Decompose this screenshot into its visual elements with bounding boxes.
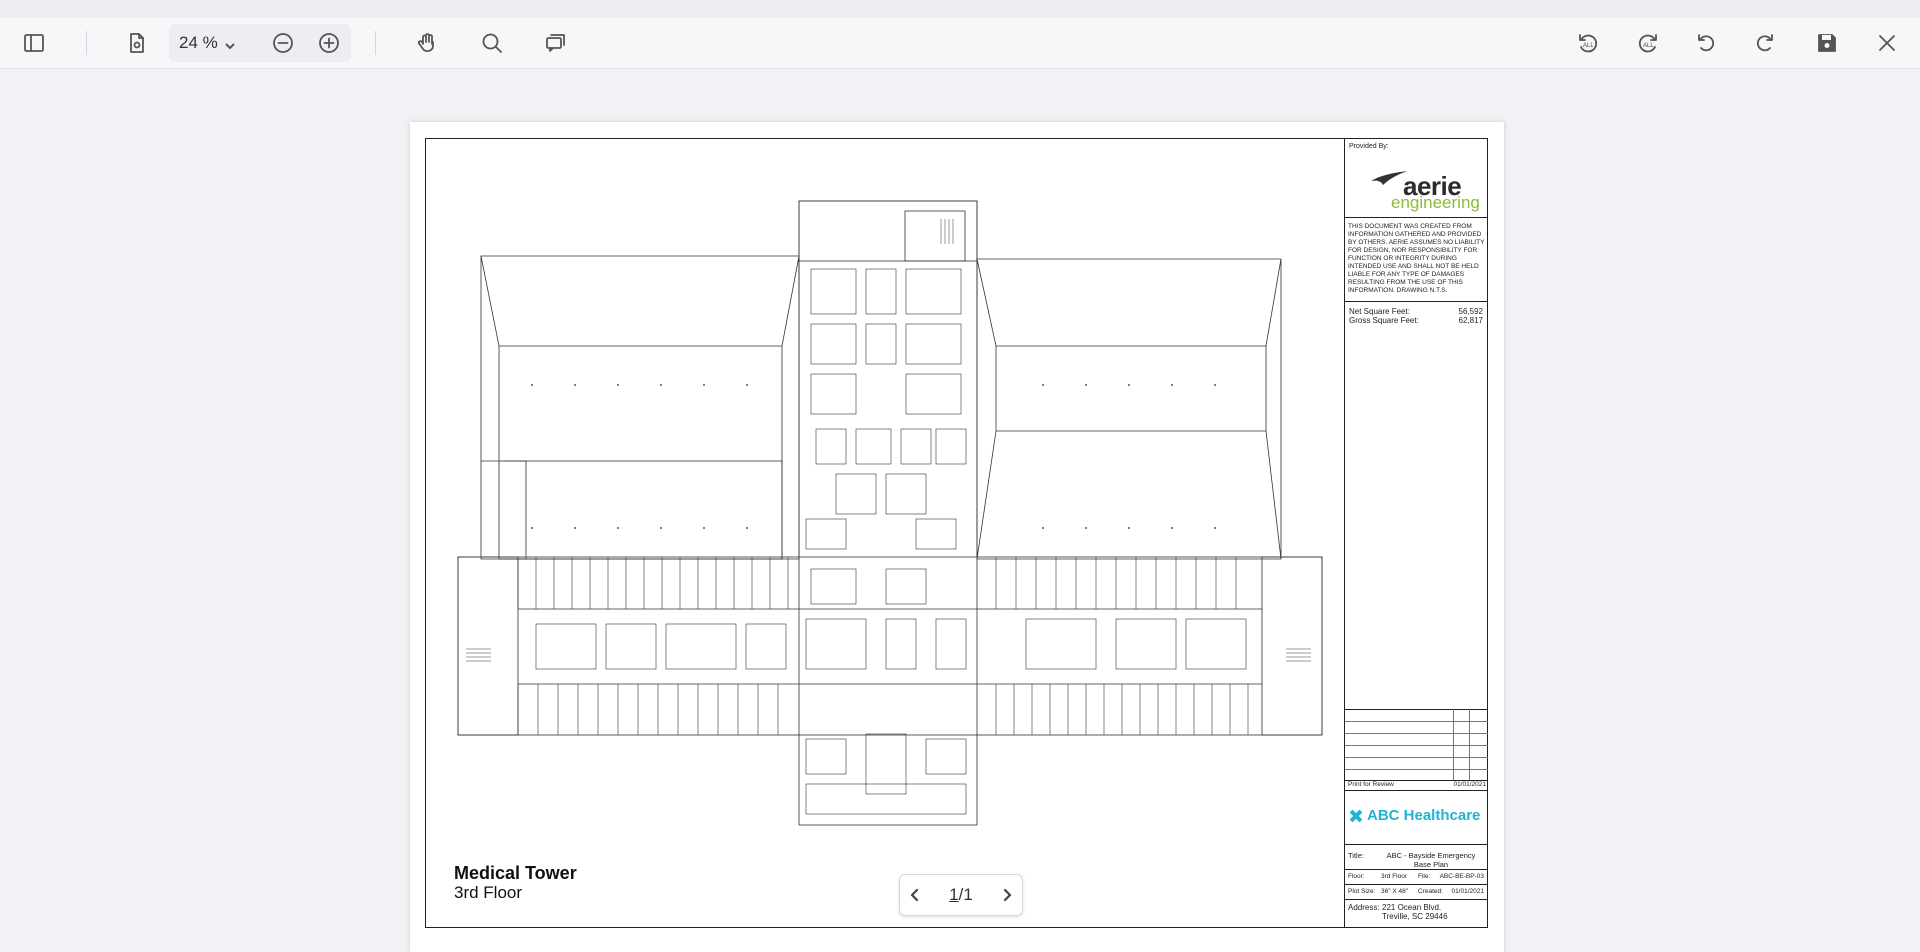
current-page-input[interactable]: 1 [949, 885, 958, 904]
zoom-out-button[interactable] [267, 27, 299, 59]
close-icon [1879, 35, 1895, 51]
divider [1345, 790, 1488, 791]
sidebar-toggle-button[interactable] [18, 27, 50, 59]
aerie-logo: aerie engineering [1365, 155, 1485, 212]
zoom-level-select[interactable]: 24 % [179, 24, 243, 62]
comment-icon [546, 34, 565, 52]
abc-healthcare-logo: ABC Healthcare [1348, 807, 1480, 824]
close-button[interactable] [1871, 27, 1903, 59]
disclaimer-text: THIS DOCUMENT WAS CREATED FROM INFORMATI… [1348, 223, 1485, 294]
svg-text:ALL: ALL [1643, 43, 1654, 49]
chevron-right-icon [1003, 888, 1012, 902]
hand-tool-button[interactable] [411, 27, 443, 59]
rotate-ccw-button[interactable] [1690, 27, 1722, 59]
sidebar-toggle-icon [24, 34, 44, 52]
search-icon [482, 33, 502, 53]
rotate-all-cw-icon: ALL [1638, 34, 1657, 53]
comment-button[interactable] [540, 27, 572, 59]
zoom-in-button[interactable] [313, 27, 345, 59]
plan-title: Medical Tower [454, 863, 577, 883]
rotate-all-ccw-button[interactable]: ALL [1572, 27, 1604, 59]
address: Address: 221 Ocean Blvd. Treville, SC 294… [1348, 903, 1448, 921]
zoom-out-icon [273, 33, 293, 53]
divider [1345, 217, 1488, 218]
drawing-frame: Medical Tower 3rd Floor Provided By: aer… [425, 138, 1488, 928]
rotate-all-ccw-icon: ALL [1579, 34, 1598, 53]
save-icon [1818, 34, 1836, 52]
divider [1345, 844, 1488, 845]
drawing-title: Title: ABC - Bayside Emergency Base Plan [1348, 851, 1476, 869]
title-block: Provided By: aerie engineering THIS DOCU… [1344, 139, 1488, 927]
page-navigator: 1/1 [899, 874, 1023, 916]
window-top-strip [0, 0, 1920, 18]
gross-sqft-value: 62,817 [1458, 316, 1483, 325]
page-settings-icon [130, 33, 144, 53]
pdf-toolbar: 24 % ALL ALL [0, 18, 1920, 69]
plan-subtitle: 3rd Floor [454, 883, 523, 902]
toolbar-divider [86, 31, 87, 55]
document-viewer[interactable]: Medical Tower 3rd Floor Provided By: aer… [0, 69, 1920, 952]
search-button[interactable] [476, 27, 508, 59]
rotate-cw-button[interactable] [1749, 27, 1781, 59]
revision-grid-top [1345, 709, 1488, 710]
total-pages: 1 [963, 885, 973, 904]
rotate-ccw-icon [1698, 34, 1715, 52]
net-sqft-value: 56,592 [1458, 307, 1483, 316]
pdf-page: Medical Tower 3rd Floor Provided By: aer… [410, 122, 1504, 952]
provided-by-label: Provided By: [1349, 143, 1389, 150]
zoom-controls: 24 % [169, 24, 351, 62]
hand-tool-icon [417, 33, 434, 52]
floor-file-row: Floor: 3rd Floor File: ABC-BE-BP-03 [1348, 873, 1484, 880]
floor-plan-drawing [457, 200, 1323, 826]
zoom-level-value: 24 % [179, 33, 218, 52]
previous-page-button[interactable] [900, 880, 930, 910]
toolbar-divider [375, 31, 376, 55]
save-button[interactable] [1811, 27, 1843, 59]
page-settings-button[interactable] [121, 27, 153, 59]
rotate-cw-icon [1756, 34, 1773, 52]
square-footage: Net Square Feet: 56,592 Gross Square Feet… [1349, 307, 1483, 325]
chevron-down-icon [224, 37, 236, 50]
divider [1345, 884, 1488, 885]
next-page-button[interactable] [992, 880, 1022, 910]
cross-logo-icon [1349, 809, 1363, 822]
divider [1345, 301, 1488, 302]
rotate-all-cw-button[interactable]: ALL [1632, 27, 1664, 59]
divider [1345, 899, 1488, 900]
page-indicator: 1/1 [949, 885, 973, 904]
chevron-left-icon [910, 888, 919, 902]
plotsize-created-row: Plot Size: 36" X 48" Created: 01/01/2021 [1348, 888, 1484, 895]
review-status-row: Print for Review 01/01/2021 [1348, 781, 1486, 788]
svg-text:ALL: ALL [1583, 43, 1594, 49]
zoom-in-icon [319, 33, 339, 53]
divider [1345, 869, 1488, 870]
